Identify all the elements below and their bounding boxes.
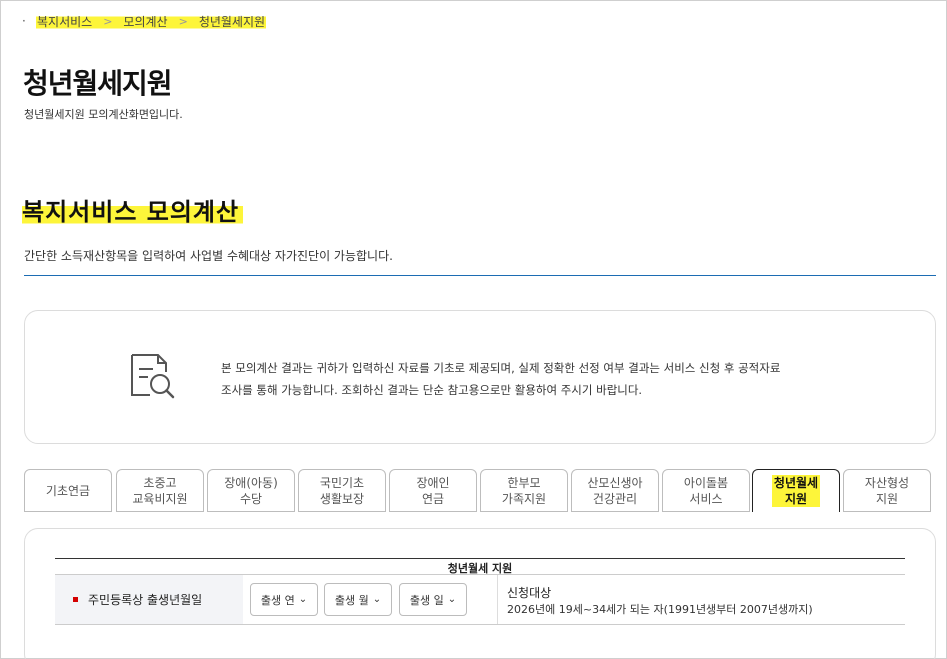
breadcrumb-separator-icon: >	[103, 14, 113, 28]
required-marker-icon	[73, 597, 78, 602]
tab-school-expense[interactable]: 초중고 교육비지원	[116, 469, 204, 512]
table-top-border	[55, 558, 905, 559]
document-search-icon	[131, 354, 175, 399]
birth-year-select[interactable]: 출생 연 ⌄	[250, 583, 318, 616]
select-value: 출생 월	[334, 593, 369, 607]
tab-label: 장애인 연금	[416, 475, 450, 506]
breadcrumb-bullet: ·	[22, 14, 26, 28]
page-title: 청년월세지원	[23, 67, 173, 100]
birthdate-label: 주민등록상 출생년월일	[55, 575, 243, 624]
breadcrumb: · 복지서비스 > 모의계산 > 청년월세지원	[22, 12, 267, 30]
breadcrumb-item-simulation[interactable]: 모의계산	[122, 13, 168, 30]
chevron-down-icon: ⌄	[372, 594, 382, 605]
tab-label: 산모신생아 건강관리	[587, 475, 643, 506]
notice-box: 본 모의계산 결과는 귀하가 입력하신 자료를 기초로 제공되며, 실제 정확한…	[24, 310, 936, 444]
breadcrumb-item-current: 청년월세지원	[198, 14, 266, 29]
tab-youth-rent[interactable]: 청년월세 지원	[752, 469, 840, 512]
tab-child-care[interactable]: 아이돌봄 서비스	[662, 469, 750, 512]
tab-label: 자산형성 지원	[864, 475, 910, 506]
table-bottom-border	[55, 624, 905, 625]
breadcrumb-item-welfare[interactable]: 복지서비스	[36, 13, 93, 30]
birth-day-select[interactable]: 출생 일 ⌄	[399, 583, 467, 616]
tab-disability-pension[interactable]: 장애인 연금	[389, 469, 477, 512]
tab-label: 청년월세 지원	[771, 475, 821, 507]
section-description: 간단한 소득재산항목을 입력하여 사업별 수혜대상 자가진단이 가능합니다.	[24, 249, 393, 263]
notice-text: 본 모의계산 결과는 귀하가 입력하신 자료를 기초로 제공되며, 실제 정확한…	[221, 357, 831, 401]
birth-month-select[interactable]: 출생 월 ⌄	[324, 583, 392, 616]
notice-line-1: 본 모의계산 결과는 귀하가 입력하신 자료를 기초로 제공되며, 실제 정확한…	[221, 361, 781, 375]
tab-asset-building[interactable]: 자산형성 지원	[843, 469, 931, 512]
birthdate-label-text: 주민등록상 출생년월일	[88, 593, 203, 607]
eligibility-description: 2026년에 19세~34세가 되는 자(1991년생부터 2007년생까지)	[507, 603, 813, 616]
tab-label: 장애(아동) 수당	[224, 475, 278, 506]
notice-line-2: 조사를 통해 가능합니다. 조회하신 결과는 단순 참고용으로만 활용하여 주시…	[221, 383, 643, 397]
tab-basic-livelihood[interactable]: 국민기초 생활보장	[298, 469, 386, 512]
section-title: 복지서비스 모의계산	[22, 192, 244, 227]
page-subtitle: 청년월세지원 모의계산화면입니다.	[24, 108, 183, 121]
eligibility-title: 신청대상	[507, 586, 552, 600]
section-divider	[24, 275, 936, 276]
tab-label: 국민기초 생활보장	[319, 475, 365, 506]
tab-label: 한부모 가족지원	[501, 475, 547, 506]
tab-single-parent[interactable]: 한부모 가족지원	[480, 469, 568, 512]
tab-maternal-newborn[interactable]: 산모신생아 건강관리	[571, 469, 659, 512]
chevron-down-icon: ⌄	[298, 594, 308, 605]
breadcrumb-separator-icon: >	[178, 14, 188, 28]
column-divider	[497, 575, 498, 624]
tab-basic-pension[interactable]: 기초연금	[24, 469, 112, 512]
service-tabs: 기초연금 초중고 교육비지원 장애(아동) 수당 국민기초 생활보장 장애인 연…	[24, 469, 936, 512]
tab-label: 기초연금	[45, 483, 91, 498]
tab-label: 아이돌봄 서비스	[683, 475, 729, 506]
select-value: 출생 연	[260, 593, 295, 607]
tab-label: 초중고 교육비지원	[132, 475, 188, 506]
tab-disability-allowance[interactable]: 장애(아동) 수당	[207, 469, 295, 512]
select-value: 출생 일	[409, 593, 444, 607]
chevron-down-icon: ⌄	[447, 594, 457, 605]
